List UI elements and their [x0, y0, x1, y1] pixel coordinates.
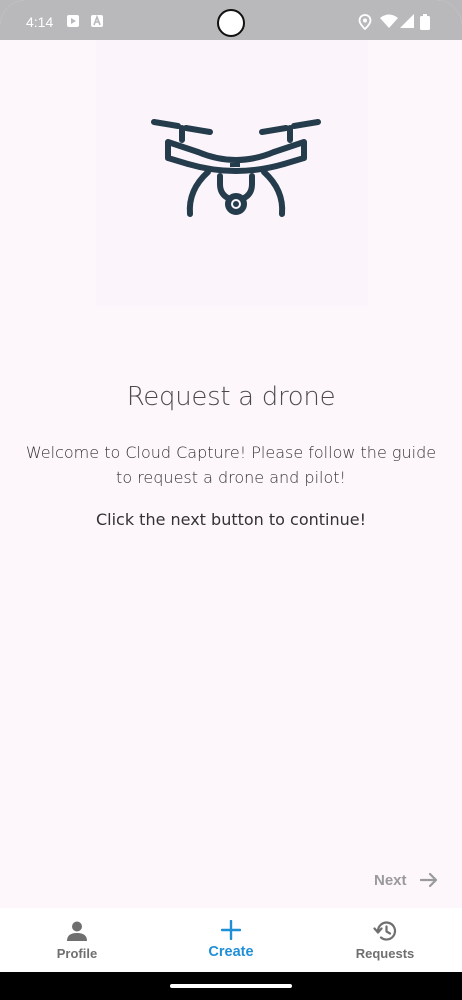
signal-icon	[400, 14, 414, 28]
status-time: 4:14	[26, 14, 54, 30]
nav-item-requests[interactable]: Requests	[308, 908, 462, 972]
person-icon	[67, 921, 87, 941]
app-window: Request a drone Welcome to Cloud Capture…	[0, 0, 462, 1000]
device-screen: Request a drone Welcome to Cloud Capture…	[0, 0, 462, 1000]
nav-item-profile[interactable]: Profile	[0, 908, 154, 972]
history-icon	[373, 921, 397, 941]
home-indicator[interactable]	[170, 984, 292, 988]
welcome-description: Welcome to Cloud Capture! Please follow …	[25, 443, 437, 487]
wifi-icon	[380, 14, 398, 28]
location-icon	[358, 14, 372, 30]
nav-label-requests: Requests	[355, 945, 415, 961]
nav-label-create: Create	[208, 944, 254, 960]
next-label: Next	[374, 871, 407, 889]
status-bar: 4:14	[0, 0, 462, 40]
bottom-navigation: Profile Create Requests	[0, 908, 462, 972]
drone-icon	[151, 119, 321, 217]
battery-icon	[420, 14, 430, 30]
play-icon	[67, 15, 79, 27]
plus-icon	[221, 920, 241, 940]
page-title: Request a drone	[126, 382, 336, 412]
nav-item-create[interactable]: Create	[154, 908, 308, 972]
instruction-text: Click the next button to continue!	[95, 510, 367, 529]
nav-label-profile: Profile	[56, 945, 98, 961]
camera-cutout	[217, 9, 245, 37]
font-icon	[91, 14, 103, 27]
onboarding-content: Request a drone Welcome to Cloud Capture…	[0, 26, 462, 908]
next-button[interactable]: Next	[374, 870, 444, 890]
system-gesture-bar	[0, 972, 462, 1000]
arrow-right-icon	[419, 872, 437, 888]
